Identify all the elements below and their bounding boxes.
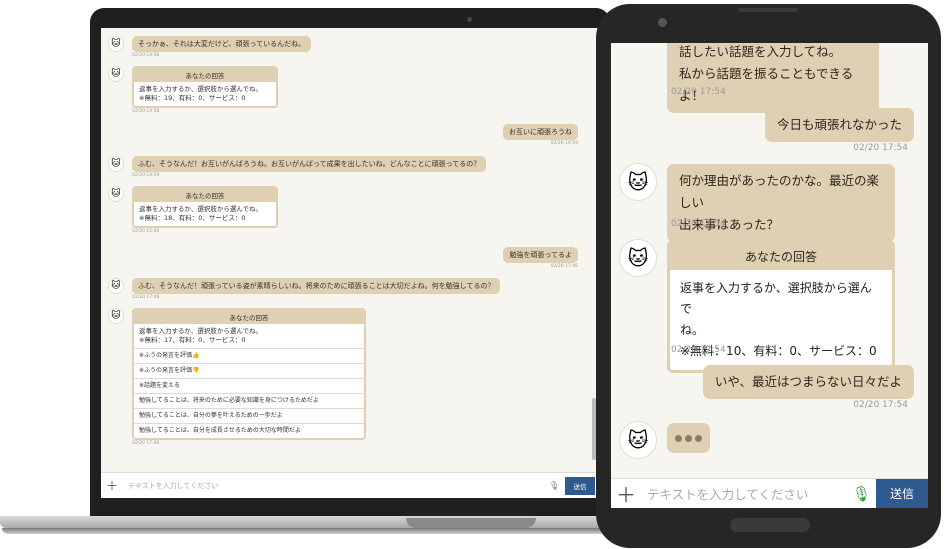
answer-card-row: 🐱 あなたの回答 返事を入力するか、選択肢から選んでね。 ※無料：17、有料：0… <box>108 308 366 446</box>
message-time: 02/20 15:00 <box>132 229 160 234</box>
cat-avatar: 🐱 <box>619 163 657 201</box>
phone-camera <box>658 18 667 27</box>
cat-avatar: 🐱 <box>108 156 124 172</box>
message-time: 02/20 17:54 <box>671 345 726 355</box>
choice-rate-good[interactable]: ※ふうの発言を評価👍 <box>134 348 364 363</box>
message-time: 02/20 17:54 <box>853 143 908 153</box>
answer-card-with-choices: あなたの回答 返事を入力するか、選択肢から選んでね。 ※無料：17、有料：0、サ… <box>132 308 366 440</box>
send-button[interactable]: 送信 <box>565 476 595 495</box>
typing-indicator <box>667 423 710 453</box>
message-time: 02/20 14:59 <box>132 173 160 178</box>
microphone-icon[interactable]: 🎙 <box>549 481 565 490</box>
bubble-line: 話したい話題を入力してね。 <box>679 44 842 59</box>
bubble-line: 何か理由があったのかな。最近の楽しい <box>679 173 880 210</box>
choice-rate-bad[interactable]: ※ふうの発言を評価👎 <box>134 363 364 378</box>
microphone-icon[interactable]: 🎙 <box>852 485 876 503</box>
cat-avatar: 🐱 <box>108 308 124 324</box>
message-time: 02/20 17:46 <box>132 441 160 446</box>
message-time: 02/20 17:46 <box>132 295 160 300</box>
bot-bubble: 何か理由があったのかな。最近の楽しい 出来事はあった？ <box>667 164 895 242</box>
answer-card-instruction: 返事を入力するか、選択肢から選んで <box>680 281 872 316</box>
typing-dot <box>695 434 702 442</box>
send-button[interactable]: 送信 <box>876 478 928 508</box>
plus-icon[interactable]: ＋ <box>611 479 641 508</box>
answer-card-instruction: 返事を入力するか、選択肢から選んでね。 <box>139 327 263 335</box>
message-time: 02/20 17:54 <box>853 400 908 410</box>
user-bubble: いや、最近はつまらない日々だよ <box>702 365 914 399</box>
cat-avatar: 🐱 <box>619 239 657 277</box>
typing-dot <box>685 434 692 442</box>
answer-card-row: 🐱 あなたの回答 返事を入力するか、選択肢から選んでね。 ※無料：19、有料：0… <box>108 66 278 114</box>
laptop-input-bar: ＋ テキストを入力してください 🎙 送信 <box>101 472 598 498</box>
bot-message: 🐱 ふむ、そうなんだ！頑張っている姿が素晴らしいね。将来のために頑張ることは大切… <box>108 278 501 300</box>
message-time: 02/20 17:54 <box>671 219 726 229</box>
user-bubble: お互いに頑張ろうね <box>503 124 578 140</box>
answer-card-title: あなたの回答 <box>670 243 892 270</box>
answer-card-instruction: 返事を入力するか、選択肢から選んでね。 <box>139 85 263 93</box>
bubble-line: 私から話題を振ることもできるよ！ <box>679 66 854 103</box>
answer-card-row: 🐱 あなたの回答 返事を入力するか、選択肢から選んでね。 ※無料：18、有料：0… <box>108 186 278 234</box>
bot-message: 🐱 ふむ、そうなんだ！お互いがんばろうね。お互いがんばって成果を出したいね。どん… <box>108 156 487 178</box>
laptop-camera <box>467 17 472 22</box>
answer-card: あなたの回答 返事を入力するか、選択肢から選んでね。 ※無料：18、有料：0、サ… <box>132 186 278 228</box>
message-time: 02/20 14:58 <box>132 53 160 58</box>
choice-change-topic[interactable]: ※話題を変える <box>134 378 364 393</box>
phone-chat-screen: 話したい話題を入力してね。 私から話題を振ることもできるよ！ 02/20 17:… <box>611 43 928 508</box>
cat-avatar: 🐱 <box>108 278 124 294</box>
cat-avatar: 🐱 <box>619 421 657 459</box>
bot-bubble: ふむ、そうなんだ！頑張っている姿が素晴らしいね。将来のために頑張ることは大切だよ… <box>132 278 501 294</box>
message-input[interactable]: テキストを入力してください <box>120 481 549 491</box>
cat-avatar: 🐱 <box>108 186 124 202</box>
answer-card-title: あなたの回答 <box>134 68 276 82</box>
message-time: 02/20 14:59 <box>550 141 578 146</box>
answer-card: あなたの回答 返事を入力するか、選択肢から選んでね。 ※無料：19、有料：0、サ… <box>132 66 278 108</box>
user-message: 勉強を頑張ってるよ 02/20 17:46 <box>503 247 578 269</box>
user-bubble: 今日も頑張れなかった <box>764 108 914 142</box>
message-time: 02/20 17:54 <box>671 87 726 97</box>
message-input[interactable]: テキストを入力してください <box>641 484 852 503</box>
choice-answer[interactable]: 勉強してることは、将来のために必要な知識を身につけるためだよ <box>134 393 364 408</box>
phone-input-bar: ＋ テキストを入力してください 🎙 送信 <box>611 478 928 508</box>
answer-card-quota: ※無料：19、有料：0、サービス：0 <box>139 94 246 102</box>
cat-avatar: 🐱 <box>108 36 124 52</box>
answer-card-instruction-cont: ね。 <box>680 323 705 337</box>
answer-card-quota: ※無料：17、有料：0、サービス：0 <box>139 336 246 344</box>
user-message: お互いに頑張ろうね 02/20 14:59 <box>503 124 578 146</box>
cat-avatar: 🐱 <box>108 66 124 82</box>
answer-card-instruction: 返事を入力するか、選択肢から選んでね。 <box>139 205 263 213</box>
bot-message: 🐱 そっかぁ、それは大変だけど、頑張っているんだね。 02/20 14:58 <box>108 36 312 58</box>
bot-bubble: 話したい話題を入力してね。 私から話題を振ることもできるよ！ <box>667 43 879 113</box>
message-time: 02/20 14:58 <box>132 109 160 114</box>
message-time: 02/20 17:46 <box>550 264 578 269</box>
plus-icon[interactable]: ＋ <box>104 477 120 494</box>
choice-answer[interactable]: 勉強してることは、自分を成長させるための大切な時間だよ <box>134 423 364 438</box>
answer-card-quota: ※無料：18、有料：0、サービス：0 <box>139 214 246 222</box>
bot-bubble: そっかぁ、それは大変だけど、頑張っているんだね。 <box>132 36 312 52</box>
user-bubble: 勉強を頑張ってるよ <box>503 247 578 263</box>
laptop-chat-screen: 🐱 そっかぁ、それは大変だけど、頑張っているんだね。 02/20 14:58 🐱… <box>101 28 598 498</box>
device-mockup: 🐱 そっかぁ、それは大変だけど、頑張っているんだね。 02/20 14:58 🐱… <box>0 0 945 549</box>
phone-speaker <box>738 8 798 12</box>
answer-card-title: あなたの回答 <box>134 310 364 324</box>
bot-bubble: ふむ、そうなんだ！お互いがんばろうね。お互いがんばって成果を出したいね。どんなこ… <box>132 156 487 172</box>
answer-card-title: あなたの回答 <box>134 188 276 202</box>
laptop-base-shadow <box>2 528 608 534</box>
typing-dot <box>675 434 682 442</box>
choice-answer[interactable]: 勉強してることは、自分の夢を叶えるための一歩だよ <box>134 408 364 423</box>
laptop-notch <box>406 518 536 528</box>
phone-home-button[interactable] <box>730 518 810 532</box>
